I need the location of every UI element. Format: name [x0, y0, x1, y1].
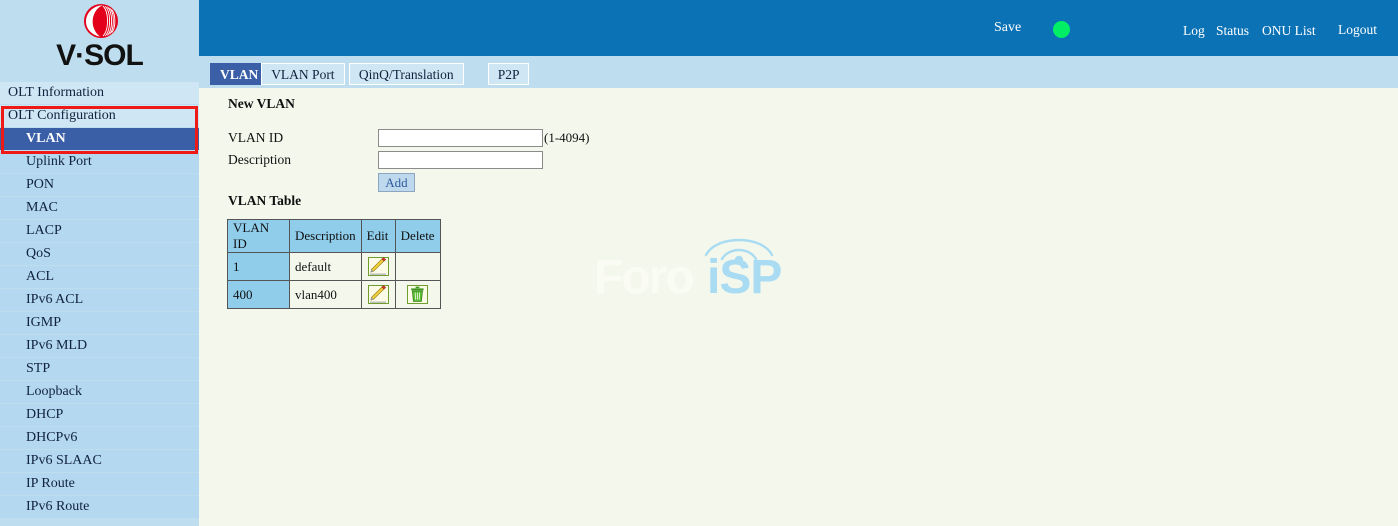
table-row: 400 vlan400: [227, 280, 441, 309]
top-header-bar: Save Log Status ONU List Logout: [199, 0, 1398, 56]
add-button[interactable]: Add: [378, 173, 415, 192]
save-button[interactable]: Save: [994, 20, 1021, 36]
olt-web-管理-page: V·SOL OLT Information OLT Configuration VL…: [0, 0, 1398, 526]
sidebar-item-pon[interactable]: PON: [0, 174, 199, 196]
sidebar-item-olt-configuration[interactable]: OLT Configuration: [0, 105, 199, 127]
sidebar-item-dhcpv6[interactable]: DHCPv6: [0, 427, 199, 449]
edit-pencil-icon[interactable]: [367, 256, 389, 277]
column-header-delete: Delete: [394, 219, 441, 253]
cell-vlan-id: 1: [227, 252, 290, 281]
cell-description: vlan400: [289, 280, 362, 309]
brand-logo: V·SOL: [0, 0, 199, 82]
cell-edit[interactable]: [360, 280, 396, 309]
sidebar: V·SOL OLT Information OLT Configuration VL…: [0, 0, 199, 526]
wifi-signal-icon: [704, 238, 774, 263]
sidebar-item-lacp[interactable]: LACP: [0, 220, 199, 242]
tab-vlan-port[interactable]: VLAN Port: [261, 63, 345, 85]
column-header-vlan-id: VLAN ID: [227, 219, 290, 253]
cell-edit[interactable]: [360, 252, 396, 281]
tab-p2p[interactable]: P2P: [487, 63, 530, 85]
tab-vlan[interactable]: VLAN: [210, 63, 269, 85]
sidebar-item-ip-route[interactable]: IP Route: [0, 473, 199, 495]
sidebar-item-ipv6-route[interactable]: IPv6 Route: [0, 496, 199, 518]
edit-pencil-icon[interactable]: [367, 284, 389, 305]
vlan-id-input[interactable]: [378, 129, 543, 147]
green-status-dot-icon: [1053, 21, 1070, 38]
sidebar-item-ipv6-mld[interactable]: IPv6 MLD: [0, 335, 199, 357]
onu-list-link[interactable]: ONU List: [1262, 23, 1316, 39]
sidebar-item-olt-information[interactable]: OLT Information: [0, 82, 199, 104]
table-header-row: VLAN ID Description Edit Delete: [227, 219, 441, 253]
sidebar-menu: OLT Information OLT Configuration VLAN Upli…: [0, 82, 199, 518]
main-content: Foro iSP New VLAN VLAN ID (1-4094) Descr…: [199, 88, 1398, 526]
table-row: 1 default: [227, 252, 441, 281]
vlan-table-title: VLAN Table: [228, 193, 302, 208]
sidebar-item-dhcp[interactable]: DHCP: [0, 404, 199, 426]
new-vlan-section-title: New VLAN: [228, 96, 295, 111]
sidebar-item-qos[interactable]: QoS: [0, 243, 199, 265]
log-link[interactable]: Log: [1183, 23, 1205, 39]
tab-qinq-translation[interactable]: QinQ/Translation: [348, 63, 464, 85]
sidebar-item-stp[interactable]: STP: [0, 358, 199, 380]
cell-delete: [394, 252, 441, 281]
sidebar-item-vlan[interactable]: VLAN: [0, 128, 199, 150]
sidebar-item-loopback[interactable]: Loopback: [0, 381, 199, 403]
cell-vlan-id: 400: [227, 280, 290, 309]
trash-can-icon[interactable]: [407, 284, 429, 305]
sidebar-item-uplink-port[interactable]: Uplink Port: [0, 151, 199, 173]
vsol-globe-icon: [84, 4, 118, 38]
column-header-description: Description: [289, 219, 362, 253]
vlan-table: VLAN ID Description Edit Delete 1 default 400…: [227, 219, 441, 309]
description-label: Description: [228, 152, 291, 167]
vlan-id-label: VLAN ID: [228, 130, 284, 145]
tab-bar: VLAN VLAN Port QinQ/Translation P2P: [199, 56, 1398, 88]
column-header-edit: Edit: [360, 219, 396, 253]
brand-logo-text: V·SOL: [56, 39, 144, 72]
foroisp-watermark: Foro iSP: [594, 228, 814, 308]
description-input[interactable]: [378, 151, 543, 169]
sidebar-item-igmp[interactable]: IGMP: [0, 312, 199, 334]
cell-delete[interactable]: [394, 280, 441, 309]
sidebar-item-ipv6-acl[interactable]: IPv6 ACL: [0, 289, 199, 311]
cell-description: default: [289, 252, 362, 281]
sidebar-item-ipv6-slaac[interactable]: IPv6 SLAAC: [0, 450, 199, 472]
vlan-id-range-hint: (1-4094): [544, 130, 590, 145]
logout-link[interactable]: Logout: [1338, 22, 1377, 38]
status-link[interactable]: Status: [1216, 23, 1249, 39]
watermark-text-foro: Foro: [594, 251, 695, 304]
sidebar-item-mac[interactable]: MAC: [0, 197, 199, 219]
watermark-text-isp: iSP: [707, 251, 782, 304]
sidebar-item-acl[interactable]: ACL: [0, 266, 199, 288]
